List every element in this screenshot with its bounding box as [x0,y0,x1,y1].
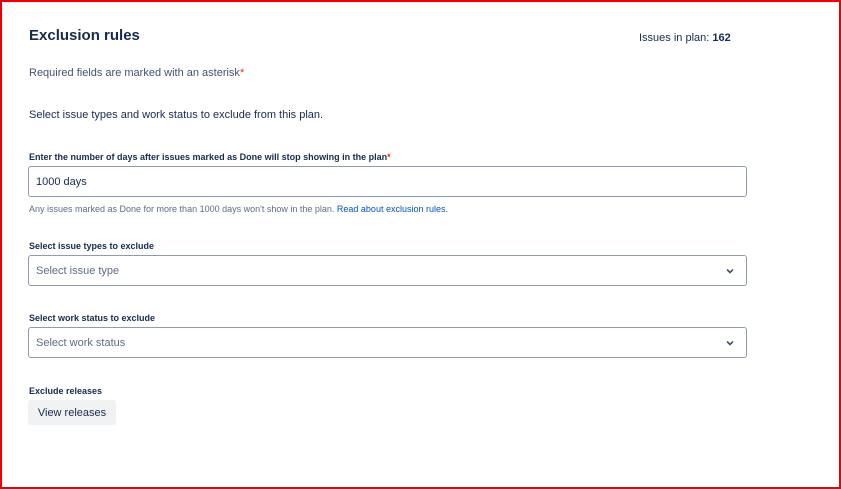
issues-count-label: Issues in plan: [639,32,710,44]
page-title: Exclusion rules [29,27,140,44]
days-required-asterisk: * [387,152,391,162]
issue-types-label: Select issue types to exclude [29,241,155,251]
exclusion-rules-link[interactable]: Read about exclusion rules. [337,204,448,214]
required-asterisk: * [239,67,245,79]
required-fields-note: Required fields are marked with an aster… [29,67,244,79]
issue-type-select[interactable]: Select issue type [28,255,747,286]
days-help-description: Any issues marked as Done for more than … [29,204,335,214]
work-status-placeholder: Select work status [36,336,126,349]
work-status-select[interactable]: Select work status [28,327,747,358]
intro-text: Select issue types and work status to ex… [29,109,324,121]
days-label-text: Enter the number of days after issues ma… [29,152,388,162]
work-status-label: Select work status to exclude [29,313,156,323]
days-field-label: Enter the number of days after issues ma… [29,152,391,162]
chevron-down-icon [723,336,737,350]
days-help-text: Any issues marked as Done for more than … [29,204,448,214]
view-releases-button[interactable]: View releases [28,400,116,425]
issues-in-plan-count: Issues in plan: 162 [639,32,731,44]
issue-type-placeholder: Select issue type [36,264,120,277]
chevron-down-icon [723,264,737,278]
required-note-text: Required fields are marked with an aster… [29,67,240,79]
exclude-releases-label: Exclude releases [29,386,103,396]
days-input[interactable] [28,166,747,197]
issues-count-value: 162 [712,32,731,44]
